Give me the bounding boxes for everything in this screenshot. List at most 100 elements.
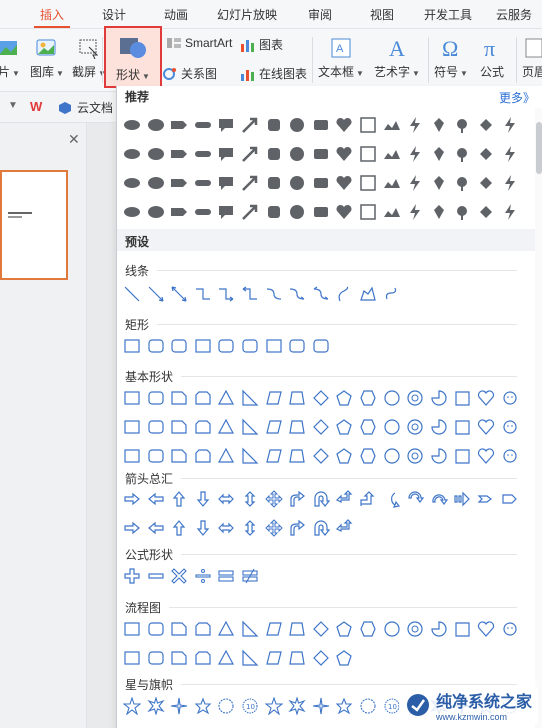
shape-cell[interactable] [286,142,308,166]
shape-cell[interactable] [310,487,332,511]
shape-cell[interactable] [428,487,450,511]
shape-cell[interactable] [333,415,355,439]
shape-cell[interactable] [357,386,379,410]
shape-cell[interactable] [239,113,261,137]
gallery-button[interactable]: 图库 ▼ [30,37,64,80]
shape-cell[interactable] [168,334,190,358]
shape-cell[interactable] [333,200,355,224]
shape-cell[interactable] [215,282,237,306]
shape-cell[interactable] [499,617,521,641]
shape-cell[interactable] [310,142,332,166]
shape-cell[interactable] [192,282,214,306]
shape-cell[interactable] [239,564,261,588]
shape-cell[interactable] [121,516,143,540]
tab-developer[interactable]: 开发工具 [420,0,476,28]
shape-cell[interactable] [475,142,497,166]
shape-cell[interactable] [333,694,355,718]
shape-cell[interactable] [215,444,237,468]
shape-cell[interactable] [404,415,426,439]
shape-cell[interactable] [215,617,237,641]
shape-cell[interactable] [121,646,143,670]
shape-cell[interactable] [168,282,190,306]
shape-cell[interactable] [215,142,237,166]
wordart-button[interactable]: A 艺术字 ▼ [374,37,420,80]
shape-cell[interactable] [286,444,308,468]
shape-cell[interactable] [451,415,473,439]
shape-cell[interactable] [145,694,167,718]
shape-cell[interactable] [475,617,497,641]
shape-cell[interactable] [239,487,261,511]
shape-cell[interactable] [286,694,308,718]
shape-cell[interactable] [333,282,355,306]
shape-cell[interactable] [121,334,143,358]
shape-cell[interactable] [499,113,521,137]
shape-cell[interactable] [310,200,332,224]
shape-cell[interactable] [310,617,332,641]
shape-cell[interactable] [357,142,379,166]
more-link[interactable]: 更多》 [499,89,535,106]
shape-cell[interactable] [121,171,143,195]
shape-cell[interactable] [145,487,167,511]
shape-cell[interactable] [192,646,214,670]
shape-cell[interactable] [499,171,521,195]
shape-cell[interactable] [357,487,379,511]
shape-cell[interactable] [215,386,237,410]
shape-cell[interactable] [121,200,143,224]
shape-cell[interactable] [168,142,190,166]
shape-cell[interactable] [404,142,426,166]
shape-cell[interactable] [263,334,285,358]
shape-cell[interactable] [168,564,190,588]
shape-cell[interactable] [475,113,497,137]
shape-cell[interactable] [263,282,285,306]
shape-cell[interactable] [381,444,403,468]
shape-cell[interactable] [192,386,214,410]
shape-cell[interactable] [310,282,332,306]
formula-button[interactable]: π 公式 [480,37,504,80]
shape-cell[interactable] [215,415,237,439]
shape-cell[interactable] [192,617,214,641]
shape-cell[interactable] [145,282,167,306]
shape-cell[interactable] [239,282,261,306]
shape-cell[interactable] [263,646,285,670]
shape-cell[interactable] [475,200,497,224]
shape-cell[interactable] [286,646,308,670]
picture-button[interactable]: 片 ▼ [0,37,20,80]
scrollbar-thumb[interactable] [536,122,542,174]
shape-cell[interactable] [428,415,450,439]
shape-cell[interactable] [168,444,190,468]
shape-cell[interactable] [381,617,403,641]
shape-cell[interactable] [475,444,497,468]
shape-cell[interactable] [168,646,190,670]
shape-cell[interactable] [499,200,521,224]
shape-cell[interactable] [239,200,261,224]
cloud-doc-button[interactable]: 云文档 [58,99,113,116]
shape-cell[interactable] [357,282,379,306]
shape-cell[interactable] [145,334,167,358]
shape-cell[interactable] [451,617,473,641]
shape-cell[interactable] [192,444,214,468]
tab-review[interactable]: 审阅 [302,0,338,28]
shape-cell[interactable] [263,386,285,410]
collapse-arrow-icon[interactable]: ▼ [8,100,18,111]
shape-cell[interactable] [475,171,497,195]
shape-cell[interactable] [121,487,143,511]
shape-cell[interactable] [192,334,214,358]
tab-view[interactable]: 视图 [364,0,400,28]
tab-design[interactable]: 设计 [96,0,132,28]
shape-cell[interactable] [451,200,473,224]
shape-cell[interactable] [357,171,379,195]
shape-cell[interactable] [286,487,308,511]
shape-cell[interactable] [381,282,403,306]
shape-cell[interactable] [263,200,285,224]
shape-cell[interactable] [145,516,167,540]
shape-cell[interactable] [168,113,190,137]
tab-animation[interactable]: 动画 [158,0,194,28]
shape-cell[interactable] [499,444,521,468]
shape-cell[interactable] [121,564,143,588]
shape-cell[interactable] [263,113,285,137]
slide-canvas[interactable] [87,123,119,728]
shape-cell[interactable] [192,694,214,718]
shape-cell[interactable] [263,694,285,718]
shape-cell[interactable] [286,282,308,306]
shape-cell[interactable] [286,334,308,358]
